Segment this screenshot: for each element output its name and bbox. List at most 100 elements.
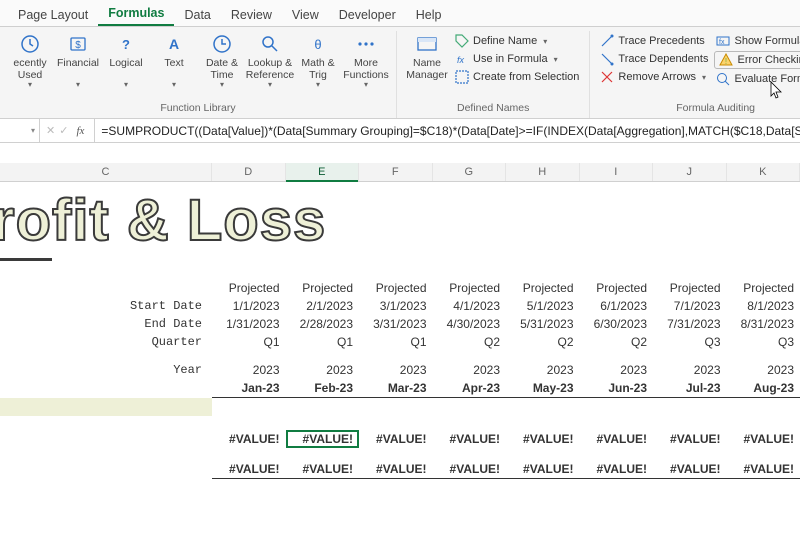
cell[interactable]: Q2	[506, 333, 580, 351]
cell-error[interactable]: #VALUE!	[727, 430, 800, 448]
cell[interactable]: 3/1/2023	[359, 297, 433, 315]
cell[interactable]	[0, 460, 212, 479]
use-in-formula-button[interactable]: fx Use in Formula ▾	[453, 51, 581, 67]
cell[interactable]: Jun-23	[580, 379, 654, 398]
cell-error[interactable]: #VALUE!	[653, 430, 727, 448]
cell[interactable]: Jan-23	[212, 379, 286, 398]
cell[interactable]: Jul-23	[653, 379, 727, 398]
cell[interactable]	[0, 430, 212, 448]
cell[interactable]: Projected	[212, 279, 286, 297]
cell-error[interactable]: #VALUE!	[212, 430, 286, 448]
cell[interactable]: Feb-23	[286, 379, 360, 398]
cell[interactable]: 2023	[212, 361, 286, 379]
cell[interactable]: Q1	[359, 333, 433, 351]
tab-help[interactable]: Help	[406, 2, 452, 26]
cell[interactable]: May-23	[506, 379, 580, 398]
cell[interactable]: 1/31/2023	[212, 315, 286, 333]
col-header[interactable]: K	[727, 163, 800, 181]
cell-error[interactable]: #VALUE!	[212, 460, 286, 479]
cell[interactable]: 2/1/2023	[286, 297, 360, 315]
cell[interactable]: 2023	[506, 361, 580, 379]
cell[interactable]: 1/1/2023	[212, 297, 286, 315]
cell[interactable]: 2023	[727, 361, 800, 379]
formula-input[interactable]: =SUMPRODUCT((Data[Value])*(Data[Summary …	[95, 124, 800, 138]
col-header[interactable]: J	[653, 163, 727, 181]
cell[interactable]: Apr-23	[433, 379, 507, 398]
tab-formulas[interactable]: Formulas	[98, 0, 174, 26]
insert-function-button[interactable]: fx	[72, 125, 88, 137]
cell[interactable]: 6/1/2023	[580, 297, 654, 315]
cell-error[interactable]: #VALUE!	[580, 460, 654, 479]
cell[interactable]: Q3	[727, 333, 800, 351]
cell-error[interactable]: #VALUE!	[359, 430, 433, 448]
tab-developer[interactable]: Developer	[329, 2, 406, 26]
cell[interactable]: Q1	[212, 333, 286, 351]
define-name-button[interactable]: Define Name ▾	[453, 33, 581, 49]
cell[interactable]: Projected	[580, 279, 654, 297]
col-header[interactable]: G	[433, 163, 507, 181]
col-header[interactable]: E	[286, 163, 360, 181]
cell-error[interactable]: #VALUE!	[433, 460, 507, 479]
cell[interactable]: 4/30/2023	[433, 315, 507, 333]
tab-view[interactable]: View	[282, 2, 329, 26]
cell[interactable]: 5/31/2023	[506, 315, 580, 333]
cell[interactable]: Q2	[433, 333, 507, 351]
date-time-button[interactable]: Date & Time ▾	[198, 31, 246, 91]
cell[interactable]: Projected	[433, 279, 507, 297]
accept-formula-button[interactable]: ✓	[59, 124, 68, 137]
col-header[interactable]: D	[212, 163, 286, 181]
create-from-selection-button[interactable]: Create from Selection	[453, 69, 581, 85]
remove-arrows-button[interactable]: Remove Arrows ▾	[598, 69, 710, 85]
tab-review[interactable]: Review	[221, 2, 282, 26]
show-formulas-button[interactable]: fx Show Formulas	[714, 33, 800, 49]
cell-error[interactable]: #VALUE!	[359, 460, 433, 479]
cell[interactable]: Projected	[727, 279, 800, 297]
trace-dependents-button[interactable]: Trace Dependents	[598, 51, 710, 67]
more-functions-button[interactable]: More Functions ▾	[342, 31, 390, 91]
cell[interactable]: 7/31/2023	[653, 315, 727, 333]
cell[interactable]: 2023	[433, 361, 507, 379]
financial-button[interactable]: $ Financial ▾	[54, 31, 102, 91]
row-label[interactable]: Start Date	[0, 297, 212, 315]
cell[interactable]: 8/1/2023	[727, 297, 800, 315]
tab-page-layout[interactable]: Page Layout	[8, 2, 98, 26]
tab-data[interactable]: Data	[174, 2, 220, 26]
name-box[interactable]: ▾	[0, 119, 40, 142]
logical-button[interactable]: ? Logical ▾	[102, 31, 150, 91]
row-label[interactable]: End Date	[0, 315, 212, 333]
cell-error[interactable]: #VALUE!	[580, 430, 654, 448]
cell[interactable]: 2023	[580, 361, 654, 379]
name-manager-button[interactable]: Name Manager	[403, 31, 451, 83]
cell[interactable]	[0, 279, 212, 297]
cell[interactable]: Q3	[653, 333, 727, 351]
cell[interactable]: 2023	[653, 361, 727, 379]
cell[interactable]: Mar-23	[359, 379, 433, 398]
cell-error[interactable]: #VALUE!	[506, 460, 580, 479]
lookup-ref-button[interactable]: Lookup & Reference ▾	[246, 31, 294, 91]
cell[interactable]: Projected	[506, 279, 580, 297]
cell[interactable]: 2/28/2023	[286, 315, 360, 333]
cell-error[interactable]: #VALUE!	[506, 430, 580, 448]
cell[interactable]	[0, 379, 212, 398]
cell-error[interactable]: #VALUE!	[286, 460, 360, 479]
recently-used-button[interactable]: ecently Used ▾	[6, 31, 54, 91]
cell[interactable]: 3/31/2023	[359, 315, 433, 333]
cell-error[interactable]: #VALUE!	[653, 460, 727, 479]
cell-error[interactable]: #VALUE!	[727, 460, 800, 479]
worksheet[interactable]: rofit & Loss Projected Projected Project…	[0, 182, 800, 479]
row-label[interactable]: Quarter	[0, 333, 212, 351]
text-button[interactable]: A Text ▾	[150, 31, 198, 91]
cell[interactable]: 7/1/2023	[653, 297, 727, 315]
col-header[interactable]: I	[580, 163, 654, 181]
cell-error[interactable]: #VALUE!	[286, 430, 360, 448]
cell[interactable]: 2023	[359, 361, 433, 379]
cancel-formula-button[interactable]: ✕	[46, 124, 55, 137]
trace-precedents-button[interactable]: Trace Precedents	[598, 33, 710, 49]
col-header[interactable]: F	[359, 163, 433, 181]
row-label[interactable]: Year	[0, 361, 212, 379]
cell[interactable]: 2023	[286, 361, 360, 379]
col-header[interactable]: C	[0, 163, 212, 181]
col-header[interactable]: H	[506, 163, 580, 181]
cell[interactable]: Projected	[286, 279, 360, 297]
math-trig-button[interactable]: θ Math & Trig ▾	[294, 31, 342, 91]
